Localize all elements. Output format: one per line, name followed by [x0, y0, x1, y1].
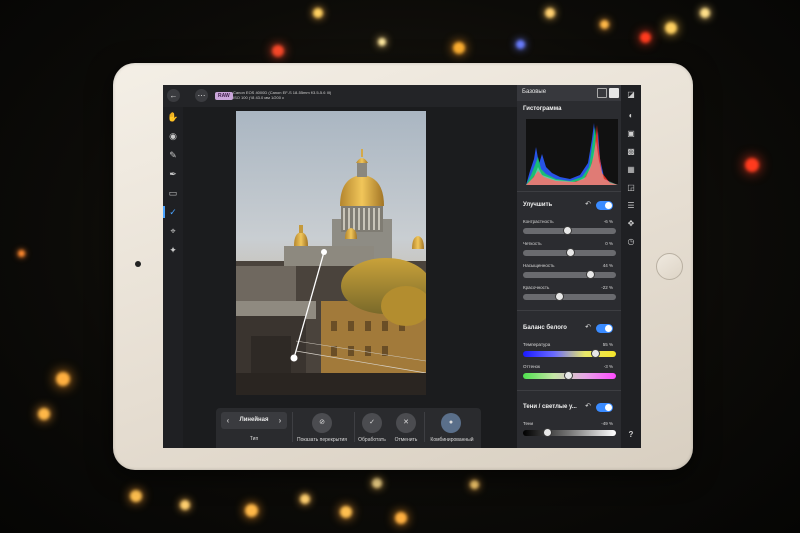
brush-icon[interactable]: ✎ — [167, 149, 179, 161]
vibrance-slider[interactable] — [523, 292, 616, 301]
clarity-knob[interactable] — [565, 248, 575, 257]
pen-icon[interactable]: ✒ — [167, 168, 179, 180]
shadows-slider[interactable] — [523, 428, 616, 437]
raw-badge: RAW — [215, 92, 233, 100]
gradient-type-value: Линейная — [239, 417, 269, 423]
panel-title: Базовые — [522, 89, 547, 95]
cancel-label: Отменить — [394, 437, 418, 443]
clarity-slider[interactable] — [523, 248, 616, 257]
top-bar: ← ⋯ RAW Canon EOS 4000D (Canon EF-S 18-5… — [163, 85, 517, 107]
chevron-right-icon[interactable]: › — [275, 412, 285, 429]
vibrance-knob[interactable] — [555, 292, 565, 301]
contrast-label: Контрастность — [523, 219, 554, 224]
camera-info-line2: ISO 100 ƒ/8 43.0 мм 1/200 с — [233, 95, 285, 100]
undo-icon[interactable]: ↶ — [585, 402, 591, 410]
tint-slider[interactable] — [523, 371, 616, 380]
ipad-device: ← ⋯ RAW Canon EOS 4000D (Canon EF-S 18-5… — [113, 63, 693, 470]
crop-icon[interactable]: ⌖ — [167, 225, 179, 237]
front-camera — [135, 261, 141, 267]
split-toning-icon[interactable]: ▣ — [626, 129, 636, 139]
cathedral-scene — [236, 149, 426, 395]
list-view-icon[interactable] — [597, 88, 607, 98]
temperature-value: 55 % — [602, 342, 613, 347]
camera-info: Canon EOS 4000D (Canon EF-S 18-55mm f/3.… — [233, 90, 363, 100]
back-icon[interactable]: ← — [167, 89, 180, 102]
adjustments-panel: Базовые Гистограмма Улучшить ↶ Контрастн… — [517, 85, 621, 448]
undo-icon[interactable]: ↶ — [585, 323, 591, 331]
gradient-type-selector[interactable]: ‹ Линейная › — [221, 412, 287, 429]
enhance-title: Улучшить — [523, 202, 553, 208]
tint-value: -3 % — [603, 364, 613, 369]
temperature-knob[interactable] — [591, 349, 601, 358]
panel-divider — [517, 191, 621, 192]
enhance-toggle[interactable] — [596, 201, 613, 210]
lens-icon[interactable]: ▦ — [626, 165, 636, 175]
histogram-title: Гистограмма — [523, 106, 562, 112]
transform-icon[interactable]: ✥ — [626, 219, 636, 229]
hand-icon[interactable]: ✋ — [167, 111, 179, 123]
tint-label: Оттенок — [523, 364, 541, 369]
shadows-highlights-toggle[interactable] — [596, 403, 613, 412]
chevron-left-icon[interactable]: ‹ — [223, 412, 233, 429]
gradient-type-caption: Тип — [249, 436, 259, 442]
color-wheel-icon[interactable]: ◐ — [626, 111, 636, 121]
blend-mode-button[interactable]: ● — [441, 413, 461, 433]
tint-knob[interactable] — [564, 371, 574, 380]
gradient-icon[interactable]: ✓ — [163, 206, 179, 218]
vibrance-label: Красочность — [523, 285, 550, 290]
white-balance-toggle[interactable] — [596, 324, 613, 333]
vignette-icon[interactable]: ◲ — [626, 183, 636, 193]
white-balance-title: Баланс белого — [523, 325, 567, 331]
bottom-toolbar: ‹ Линейная › Тип ⊘ Показать перекрытия ✓… — [216, 408, 481, 448]
panel-divider — [517, 390, 621, 391]
apply-button[interactable]: ✓ — [362, 413, 382, 433]
panel-divider — [517, 310, 621, 311]
home-button[interactable] — [656, 253, 683, 280]
vibrance-value: -22 % — [601, 285, 613, 290]
shadows-value: -49 % — [601, 421, 613, 426]
contrast-knob[interactable] — [562, 226, 572, 235]
temperature-label: Температура — [523, 342, 551, 347]
history-icon[interactable]: ◷ — [626, 237, 636, 247]
brush-settings-icon[interactable] — [609, 88, 619, 98]
show-overlays-label: Показать перекрытия — [296, 437, 348, 443]
histogram — [526, 119, 618, 185]
saturation-value: 44 % — [602, 263, 613, 268]
show-overlays-button[interactable]: ⊘ — [312, 413, 332, 433]
shadows-label: Тени — [523, 421, 533, 426]
tone-curve-icon[interactable]: ◪ — [626, 90, 636, 100]
contrast-slider[interactable] — [523, 226, 616, 235]
apply-label: Обработать — [358, 437, 386, 443]
panel-header: Базовые — [517, 85, 621, 101]
undo-icon[interactable]: ↶ — [585, 200, 591, 208]
help-icon[interactable]: ? — [626, 430, 636, 440]
shadows-highlights-title: Тени / светлые у... — [523, 404, 577, 410]
saturation-knob[interactable] — [585, 270, 595, 279]
photo-canvas[interactable] — [236, 111, 426, 395]
more-icon[interactable]: ⋯ — [195, 89, 208, 102]
clarity-label: Четкость — [523, 241, 542, 246]
temperature-slider[interactable] — [523, 349, 616, 358]
saturation-slider[interactable] — [523, 270, 616, 279]
cancel-button[interactable]: ✕ — [396, 413, 416, 433]
left-toolbar: ✋ ◉ ✎ ✒ ▭ ✓ ⌖ ✦ — [163, 107, 183, 448]
eye-icon[interactable]: ◉ — [167, 130, 179, 142]
contrast-value: -6 % — [603, 219, 613, 224]
persona-strip: ◪ ◐ ▣ ▩ ▦ ◲ ☰ ✥ ◷ ? — [621, 85, 641, 448]
saturation-label: Насыщенность — [523, 263, 555, 268]
wand-icon[interactable]: ✦ — [167, 244, 179, 256]
app-screen: ← ⋯ RAW Canon EOS 4000D (Canon EF-S 18-5… — [163, 85, 641, 448]
shadows-knob[interactable] — [542, 428, 552, 437]
blend-mode-label: Комбинированный — [430, 437, 474, 443]
layers-icon[interactable]: ☰ — [626, 201, 636, 211]
clarity-value: 0 % — [605, 241, 613, 246]
eraser-icon[interactable]: ▭ — [167, 187, 179, 199]
detail-icon[interactable]: ▩ — [626, 147, 636, 157]
